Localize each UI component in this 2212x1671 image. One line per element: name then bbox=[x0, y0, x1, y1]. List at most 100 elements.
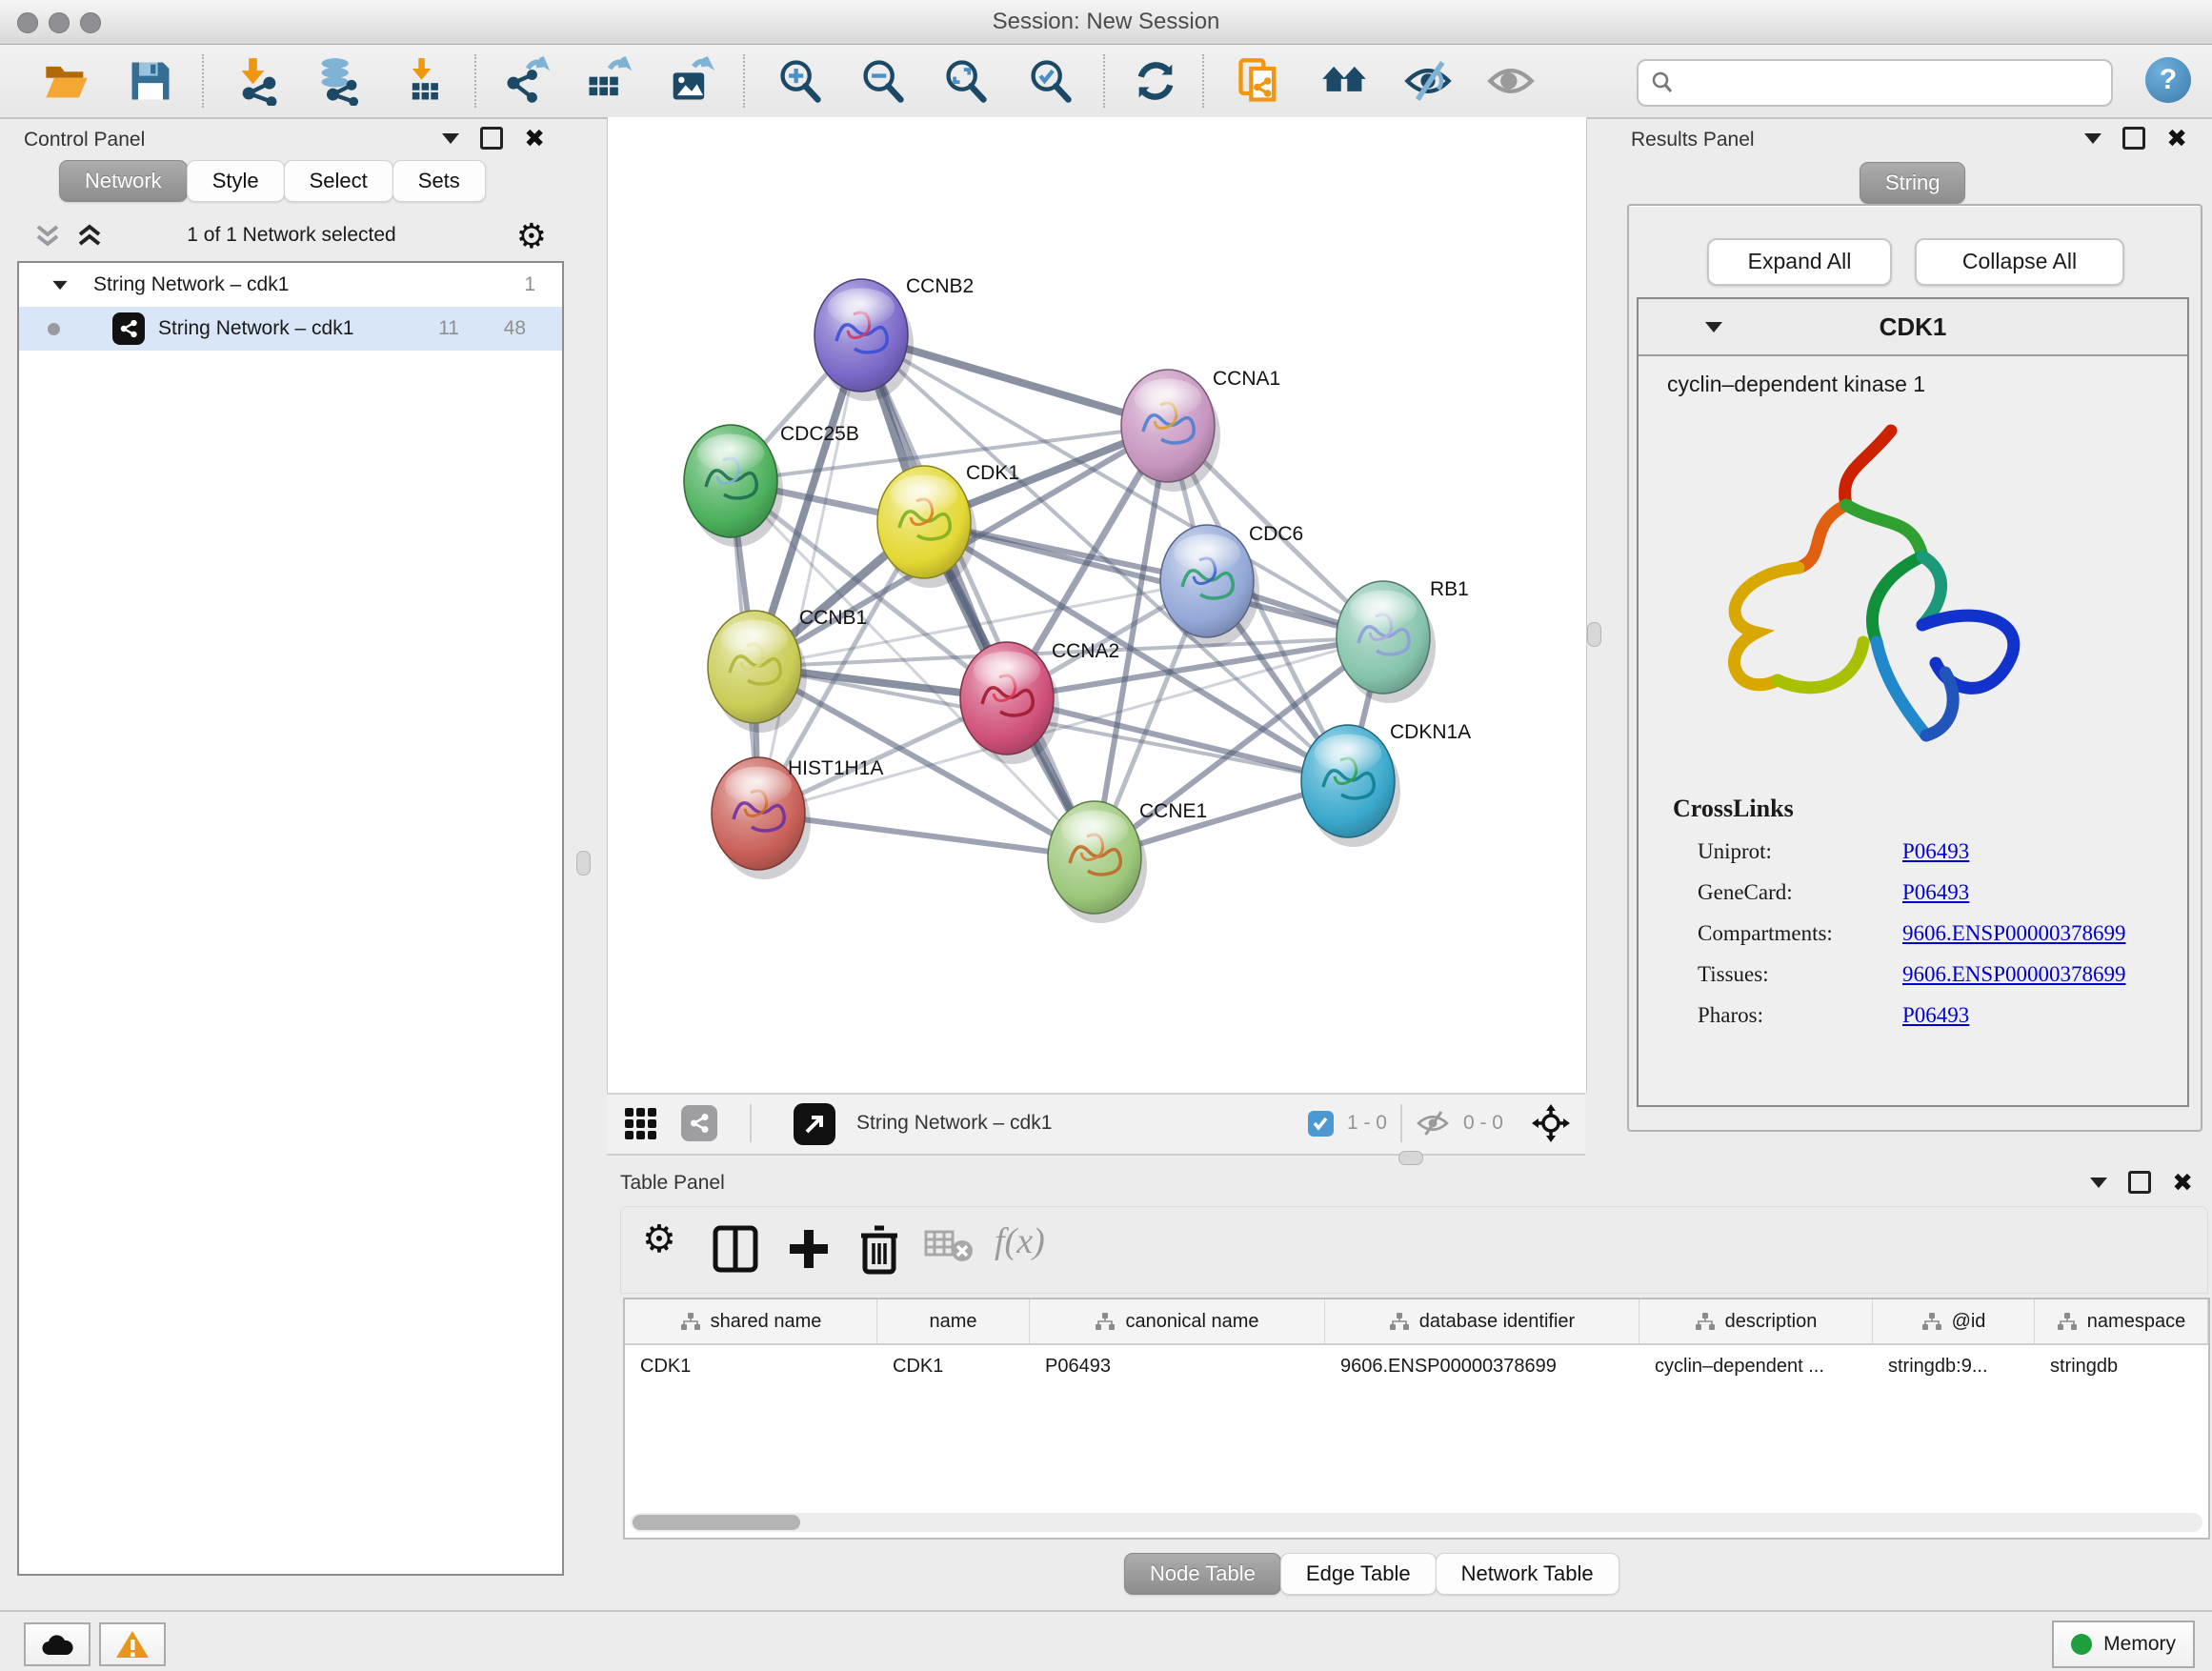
detach-view-icon[interactable] bbox=[794, 1103, 835, 1145]
gene-expander-icon[interactable] bbox=[1705, 322, 1722, 332]
first-neighbors-icon[interactable] bbox=[1319, 56, 1369, 106]
results-tab-string[interactable]: String bbox=[1860, 162, 1965, 204]
close-panel-icon[interactable]: ✖ bbox=[2172, 1173, 2193, 1192]
refresh-icon[interactable] bbox=[1131, 56, 1180, 106]
memory-button[interactable]: Memory bbox=[2052, 1621, 2195, 1668]
show-columns-icon[interactable] bbox=[712, 1224, 759, 1274]
float-panel-icon[interactable] bbox=[2084, 133, 2101, 144]
grid-view-icon[interactable] bbox=[624, 1107, 658, 1141]
save-session-icon[interactable] bbox=[126, 56, 175, 106]
export-network-icon[interactable] bbox=[501, 56, 551, 106]
zoom-fit-icon[interactable] bbox=[941, 56, 991, 106]
import-table-file-icon[interactable] bbox=[402, 56, 452, 106]
network-node-CDKN1A[interactable]: CDKN1A bbox=[1301, 721, 1471, 847]
network-node-RB1[interactable]: RB1 bbox=[1337, 578, 1469, 703]
export-image-icon[interactable] bbox=[665, 56, 714, 106]
export-table-icon[interactable] bbox=[583, 56, 633, 106]
tab-sets[interactable]: Sets bbox=[392, 160, 486, 202]
crosslink-row: Pharos:P06493 bbox=[1639, 1003, 2187, 1028]
warning-icon bbox=[115, 1629, 150, 1660]
network-graph[interactable]: CCNB2CCNA1CDC25BCDK1CDC6RB1CCNB1CCNA2CDK… bbox=[608, 117, 1586, 1093]
tab-edge-table[interactable]: Edge Table bbox=[1280, 1553, 1437, 1595]
network-canvas[interactable]: CCNB2CCNA1CDC25BCDK1CDC6RB1CCNB1CCNA2CDK… bbox=[607, 117, 1587, 1093]
tab-select[interactable]: Select bbox=[284, 160, 393, 202]
collapse-all-button[interactable]: Collapse All bbox=[1915, 238, 2124, 286]
table-row[interactable]: CDK1CDK1P064939606.ENSP00000378699cyclin… bbox=[625, 1345, 2208, 1387]
crosslink-value-link[interactable]: P06493 bbox=[1902, 839, 1969, 864]
hide-selected-icon[interactable] bbox=[1403, 56, 1453, 106]
create-column-icon[interactable] bbox=[785, 1224, 833, 1274]
right-splitter-handle[interactable] bbox=[1587, 622, 1601, 647]
crosslink-value-link[interactable]: 9606.ENSP00000378699 bbox=[1902, 962, 2126, 987]
network-node-CCNE1[interactable]: CCNE1 bbox=[1048, 800, 1207, 923]
scrollbar-thumb[interactable] bbox=[633, 1515, 800, 1530]
network-tree: String Network – cdk1 1 String Network –… bbox=[17, 261, 564, 1576]
column-header-name[interactable]: name bbox=[877, 1299, 1030, 1343]
toolbar-separator bbox=[1202, 54, 1204, 108]
clone-network-icon[interactable] bbox=[1235, 56, 1284, 106]
horizontal-splitter-handle[interactable] bbox=[1398, 1151, 1423, 1165]
column-header-@id[interactable]: @id bbox=[1873, 1299, 2035, 1343]
left-splitter-handle[interactable] bbox=[576, 851, 591, 876]
network-row[interactable]: String Network – cdk1 11 48 bbox=[19, 307, 562, 351]
network-node-CCNA1[interactable]: CCNA1 bbox=[1121, 368, 1280, 492]
network-list-view-icon[interactable] bbox=[681, 1105, 717, 1141]
network-node-CDC6[interactable]: CDC6 bbox=[1160, 523, 1303, 647]
close-panel-icon[interactable]: ✖ bbox=[524, 129, 545, 148]
crosslink-value-link[interactable]: P06493 bbox=[1902, 880, 1969, 905]
crosslink-value-link[interactable]: 9606.ENSP00000378699 bbox=[1902, 921, 2126, 946]
network-options-gear-icon[interactable]: ⚙ bbox=[516, 215, 547, 257]
tab-node-table[interactable]: Node Table bbox=[1124, 1553, 1281, 1595]
node-table: shared namename canonical name database id… bbox=[623, 1298, 2210, 1540]
column-header-description[interactable]: description bbox=[1639, 1299, 1873, 1343]
window-title: Session: New Session bbox=[0, 0, 2212, 44]
tab-network-table[interactable]: Network Table bbox=[1436, 1553, 1619, 1595]
import-network-database-icon[interactable] bbox=[314, 56, 364, 106]
network-node-HIST1H1A[interactable]: HIST1H1A bbox=[712, 757, 883, 879]
network-type-icon bbox=[112, 312, 145, 345]
table-cell: CDK1 bbox=[625, 1345, 877, 1387]
help-icon[interactable]: ? bbox=[2145, 57, 2191, 103]
close-panel-icon[interactable]: ✖ bbox=[2166, 129, 2187, 148]
column-header-label: canonical name bbox=[1125, 1311, 1258, 1333]
network-collection-row[interactable]: String Network – cdk1 1 bbox=[19, 263, 562, 307]
network-node-count: 11 bbox=[438, 317, 459, 340]
column-header-namespace[interactable]: namespace bbox=[2035, 1299, 2208, 1343]
warnings-button[interactable] bbox=[99, 1622, 166, 1666]
maximize-panel-icon[interactable] bbox=[2122, 127, 2145, 150]
network-node-CDC25B[interactable]: CDC25B bbox=[684, 423, 859, 547]
show-all-icon[interactable] bbox=[1486, 56, 1536, 106]
birds-eye-view-icon[interactable] bbox=[1530, 1102, 1572, 1144]
network-edge[interactable] bbox=[924, 522, 1383, 637]
import-network-file-icon[interactable] bbox=[234, 56, 284, 106]
zoom-out-icon[interactable] bbox=[858, 56, 908, 106]
zoom-selected-icon[interactable] bbox=[1026, 56, 1076, 106]
column-header-canonical-name[interactable]: canonical name bbox=[1030, 1299, 1325, 1343]
float-panel-icon[interactable] bbox=[2090, 1178, 2107, 1188]
network-node-CCNA2[interactable]: CCNA2 bbox=[960, 640, 1119, 764]
node-label: CCNB2 bbox=[906, 275, 974, 297]
tab-network[interactable]: Network bbox=[59, 160, 188, 202]
column-header-database-identifier[interactable]: database identifier bbox=[1325, 1299, 1639, 1343]
search-input[interactable] bbox=[1682, 64, 2111, 102]
float-panel-icon[interactable] bbox=[442, 133, 459, 144]
crosslink-value-link[interactable]: P06493 bbox=[1902, 1003, 1969, 1028]
expand-all-button[interactable]: Expand All bbox=[1707, 238, 1892, 286]
crosslink-row: Tissues:9606.ENSP00000378699 bbox=[1639, 962, 2187, 987]
table-options-gear-icon[interactable]: ⚙ bbox=[642, 1218, 676, 1260]
open-session-icon[interactable] bbox=[42, 56, 91, 106]
tab-style[interactable]: Style bbox=[187, 160, 285, 202]
column-header-shared-name[interactable]: shared name bbox=[625, 1299, 877, 1343]
gene-section-header[interactable]: CDK1 bbox=[1639, 299, 2187, 356]
collection-expander-icon[interactable] bbox=[52, 280, 67, 289]
collection-count: 1 bbox=[524, 273, 535, 296]
cloud-status-button[interactable] bbox=[24, 1622, 90, 1666]
maximize-panel-icon[interactable] bbox=[480, 127, 503, 150]
network-edge[interactable] bbox=[861, 335, 1095, 857]
gene-description: cyclin–dependent kinase 1 bbox=[1639, 356, 2187, 397]
selected-nodes-checkbox[interactable] bbox=[1308, 1111, 1334, 1137]
maximize-panel-icon[interactable] bbox=[2128, 1171, 2151, 1194]
zoom-in-icon[interactable] bbox=[775, 56, 825, 106]
network-node-CCNB2[interactable]: CCNB2 bbox=[814, 275, 974, 401]
delete-column-icon[interactable] bbox=[857, 1224, 901, 1276]
